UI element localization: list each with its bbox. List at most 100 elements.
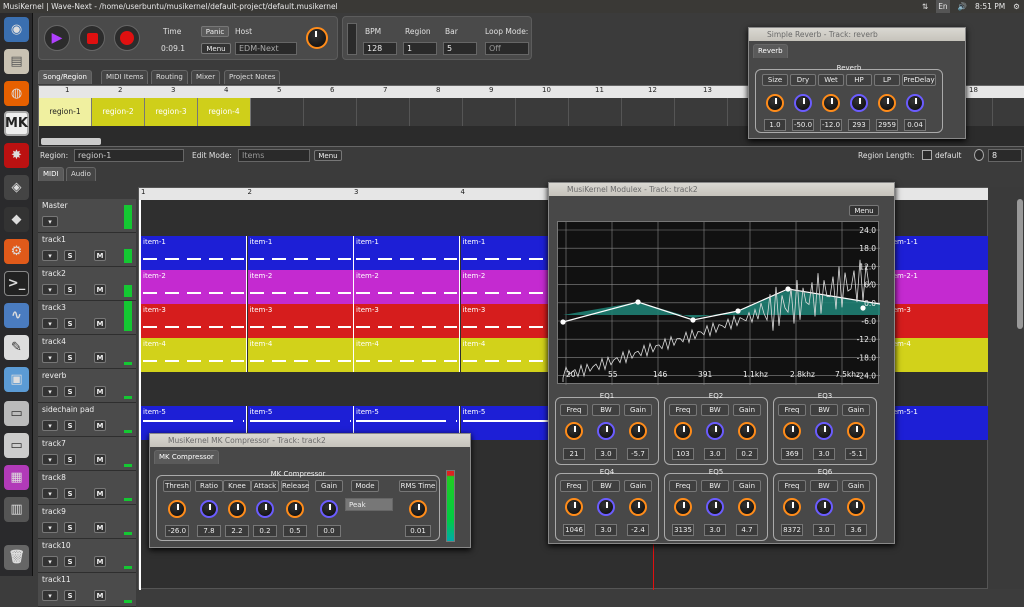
- eq-gain-knob[interactable]: [847, 498, 865, 516]
- keyboard-layout[interactable]: En: [936, 0, 950, 13]
- eq-band-handle[interactable]: [635, 299, 641, 305]
- solo-button[interactable]: S: [64, 556, 76, 567]
- eq-gain-knob[interactable]: [629, 422, 647, 440]
- reverb-knob[interactable]: [878, 94, 896, 112]
- workspace-switcher-icon[interactable]: ▦: [4, 465, 29, 490]
- region-slot[interactable]: [569, 98, 622, 126]
- eq-freq-knob[interactable]: [674, 498, 692, 516]
- tab-midi[interactable]: MIDI: [38, 167, 64, 181]
- track-menu-button[interactable]: ▾: [42, 522, 58, 533]
- region-block[interactable]: region-3: [145, 98, 198, 126]
- stop-button[interactable]: [79, 25, 105, 51]
- region-length-spinbox[interactable]: 8: [988, 149, 1022, 162]
- track-menu-button[interactable]: ▾: [42, 386, 58, 397]
- midi-item[interactable]: item-1-1: [886, 236, 989, 270]
- solo-button[interactable]: S: [64, 386, 76, 397]
- compressor-tab[interactable]: MK Compressor: [154, 450, 219, 464]
- region-slot[interactable]: [357, 98, 410, 126]
- track-name[interactable]: Master: [42, 201, 68, 210]
- midi-item[interactable]: item-4: [354, 338, 460, 372]
- compressor-window-title[interactable]: MusiKernel MK Compressor - Track: track2: [150, 434, 470, 447]
- solo-button[interactable]: S: [64, 352, 76, 363]
- region-slot[interactable]: [251, 98, 304, 126]
- midi-item[interactable]: item-1: [141, 236, 247, 270]
- track-name[interactable]: track2: [42, 269, 66, 278]
- eq-band-handle[interactable]: [735, 308, 741, 314]
- custom-length-radio[interactable]: [974, 149, 984, 161]
- mute-button[interactable]: M: [94, 250, 106, 261]
- solo-button[interactable]: S: [64, 284, 76, 295]
- virtualbox-icon[interactable]: ▣: [4, 367, 29, 392]
- track-name[interactable]: track9: [42, 507, 66, 516]
- solo-button[interactable]: S: [64, 522, 76, 533]
- compressor-rms-knob[interactable]: [409, 500, 427, 518]
- mute-button[interactable]: M: [94, 318, 106, 329]
- region-spinbox[interactable]: 1: [403, 42, 437, 55]
- bpm-spinbox[interactable]: 128: [363, 42, 397, 55]
- track-row[interactable]: track7 ▾ S M: [38, 437, 136, 471]
- midi-item[interactable]: item-3: [247, 304, 354, 338]
- reverb-window-title[interactable]: Simple Reverb - Track: reverb: [749, 28, 965, 41]
- app-icon[interactable]: ▥: [4, 497, 29, 522]
- modulex-window-title[interactable]: MusiKernel Modulex - Track: track2: [549, 183, 894, 196]
- eq-bw-knob[interactable]: [706, 498, 724, 516]
- volume-icon[interactable]: 🔊: [958, 0, 967, 13]
- gear-icon[interactable]: ⚙: [1013, 0, 1020, 13]
- mute-button[interactable]: M: [94, 556, 106, 567]
- midi-item[interactable]: item-5-1: [886, 406, 989, 440]
- region-slot[interactable]: [304, 98, 357, 126]
- solo-button[interactable]: S: [64, 590, 76, 601]
- track-row[interactable]: reverb ▾ S M: [38, 369, 136, 403]
- midi-item[interactable]: item-2: [141, 270, 247, 304]
- mute-button[interactable]: M: [94, 488, 106, 499]
- solo-button[interactable]: S: [64, 420, 76, 431]
- track-row[interactable]: track4 ▾ S M: [38, 335, 136, 369]
- compressor-knob[interactable]: [200, 500, 218, 518]
- tab-project-notes[interactable]: Project Notes: [224, 70, 281, 84]
- eq-freq-knob[interactable]: [565, 422, 583, 440]
- track-menu-button[interactable]: ▾: [42, 318, 58, 329]
- eq-bw-knob[interactable]: [815, 498, 833, 516]
- system-monitor-icon[interactable]: ∿: [4, 303, 29, 328]
- musikernel-icon[interactable]: MK: [4, 111, 29, 136]
- track-name[interactable]: track11: [42, 575, 71, 584]
- modulex-menu-button[interactable]: Menu: [849, 205, 879, 216]
- network-tool-icon[interactable]: ✸: [4, 143, 29, 168]
- eq-gain-knob[interactable]: [738, 498, 756, 516]
- eq-gain-knob[interactable]: [629, 498, 647, 516]
- host-select[interactable]: EDM-Next: [235, 42, 297, 55]
- midi-item[interactable]: item-2: [247, 270, 354, 304]
- track-menu-button[interactable]: ▾: [42, 250, 58, 261]
- eq-freq-knob[interactable]: [565, 498, 583, 516]
- track-row[interactable]: track1 ▾ S M: [38, 233, 136, 267]
- tab-audio[interactable]: Audio: [66, 167, 96, 181]
- region-name-field[interactable]: region-1: [74, 149, 184, 162]
- compressor-knob[interactable]: [168, 500, 186, 518]
- firefox-icon[interactable]: ◍: [4, 81, 29, 106]
- eq-band-handle[interactable]: [785, 286, 791, 292]
- midi-item[interactable]: item-3: [354, 304, 460, 338]
- vertical-scrollbar[interactable]: [1017, 199, 1023, 329]
- panic-button[interactable]: Panic: [201, 26, 229, 37]
- track-row[interactable]: sidechain pad ▾ S M: [38, 403, 136, 437]
- track-menu-button[interactable]: ▾: [42, 284, 58, 295]
- eq-bw-knob[interactable]: [815, 422, 833, 440]
- region-slot[interactable]: [410, 98, 463, 126]
- files-icon[interactable]: ▤: [4, 49, 29, 74]
- compressor-knob[interactable]: [320, 500, 338, 518]
- midi-item[interactable]: item-1: [247, 236, 354, 270]
- region-slot[interactable]: [463, 98, 516, 126]
- track-row[interactable]: track10 ▾ S M: [38, 539, 136, 573]
- eq-freq-knob[interactable]: [783, 498, 801, 516]
- track-menu-button[interactable]: ▾: [42, 556, 58, 567]
- reverb-knob[interactable]: [822, 94, 840, 112]
- eq-spectrum-graph[interactable]: 24.0 18.0 12.0 6.0 0.0 -6.0 -12.0 -18.0 -24.0 20 5…: [557, 221, 880, 385]
- track-row[interactable]: track2 ▾ S M: [38, 267, 136, 301]
- loop-mode-select[interactable]: Off: [485, 42, 529, 55]
- tab-song-region[interactable]: Song/Region: [38, 70, 92, 84]
- midi-item[interactable]: item-3: [141, 304, 247, 338]
- bar-spinbox[interactable]: 5: [443, 42, 477, 55]
- drive-icon-2[interactable]: ▭: [4, 433, 29, 458]
- region-slot[interactable]: [516, 98, 569, 126]
- tab-midi-items[interactable]: MIDI Items: [101, 70, 149, 84]
